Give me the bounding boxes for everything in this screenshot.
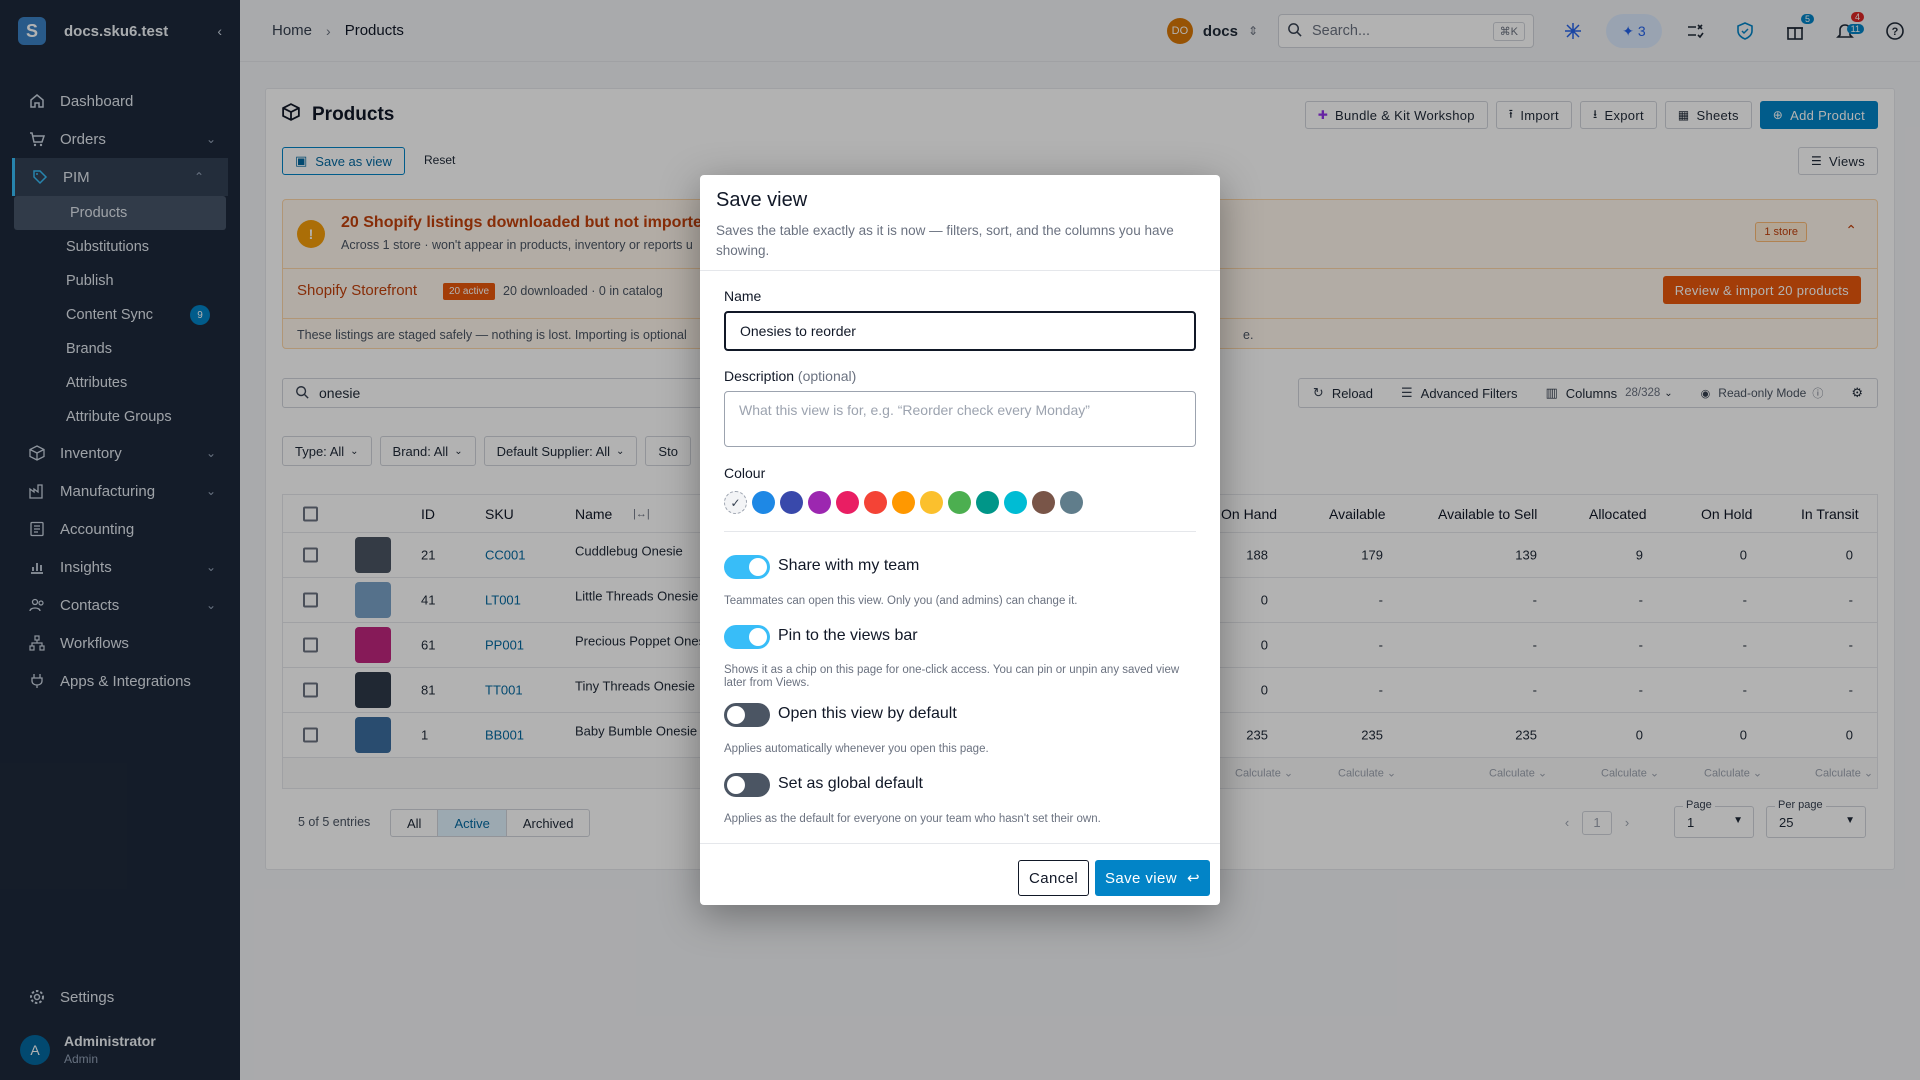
dialog-title: Save view <box>716 189 808 211</box>
colour-swatch[interactable] <box>836 491 859 514</box>
colour-swatch[interactable] <box>808 491 831 514</box>
colour-swatch-none[interactable]: ✓ <box>724 491 747 514</box>
view-description-textarea[interactable]: What this view is for, e.g. “Reorder che… <box>724 391 1196 447</box>
colour-swatch[interactable] <box>948 491 971 514</box>
description-label-text: Description <box>724 368 795 384</box>
divider <box>700 270 1220 271</box>
share-with-team-help: Teammates can open this view. Only you (… <box>724 595 1078 607</box>
open-by-default-help: Applies automatically whenever you open … <box>724 743 989 755</box>
open-by-default-toggle[interactable] <box>724 703 770 727</box>
toggle-knob <box>727 706 745 724</box>
enter-key-icon: ↩ <box>1186 870 1200 887</box>
pin-to-views-bar-toggle[interactable] <box>724 625 770 649</box>
dialog-description: Saves the table exactly as it is now — f… <box>716 223 1174 258</box>
divider <box>724 531 1196 532</box>
toggle-knob <box>727 776 745 794</box>
colour-swatch[interactable] <box>752 491 775 514</box>
colour-swatch[interactable] <box>976 491 999 514</box>
colour-swatch[interactable] <box>864 491 887 514</box>
view-name-input[interactable]: Onesies to reorder <box>724 311 1196 351</box>
optional-hint: (optional) <box>797 368 857 384</box>
colour-swatch[interactable] <box>920 491 943 514</box>
colour-swatch[interactable] <box>1004 491 1027 514</box>
colour-label: Colour <box>724 465 766 481</box>
share-with-team-toggle[interactable] <box>724 555 770 579</box>
global-default-label: Set as global default <box>778 775 923 792</box>
pin-to-views-bar-help: Shows it as a chip on this page for one-… <box>724 664 1180 689</box>
divider <box>700 843 1220 844</box>
toggle-knob <box>749 558 767 576</box>
colour-picker: ✓ <box>724 491 1088 514</box>
global-default-toggle[interactable] <box>724 773 770 797</box>
colour-swatch[interactable] <box>780 491 803 514</box>
name-label: Name <box>724 288 762 304</box>
share-with-team-label: Share with my team <box>778 557 920 574</box>
button-label: Save view <box>1105 869 1177 887</box>
check-icon: ✓ <box>730 495 741 510</box>
save-view-dialog: Save view Saves the table exactly as it … <box>700 175 1220 905</box>
open-by-default-label: Open this view by default <box>778 705 957 722</box>
colour-swatch[interactable] <box>1032 491 1055 514</box>
pin-to-views-bar-label: Pin to the views bar <box>778 627 918 644</box>
description-label: Description (optional) <box>724 368 856 384</box>
colour-swatch[interactable] <box>1060 491 1083 514</box>
cancel-button[interactable]: Cancel <box>1018 860 1090 896</box>
global-default-help: Applies as the default for everyone on y… <box>724 813 1101 825</box>
toggle-knob <box>749 628 767 646</box>
save-view-button[interactable]: Save view ↩ <box>1095 860 1210 896</box>
colour-swatch[interactable] <box>892 491 915 514</box>
